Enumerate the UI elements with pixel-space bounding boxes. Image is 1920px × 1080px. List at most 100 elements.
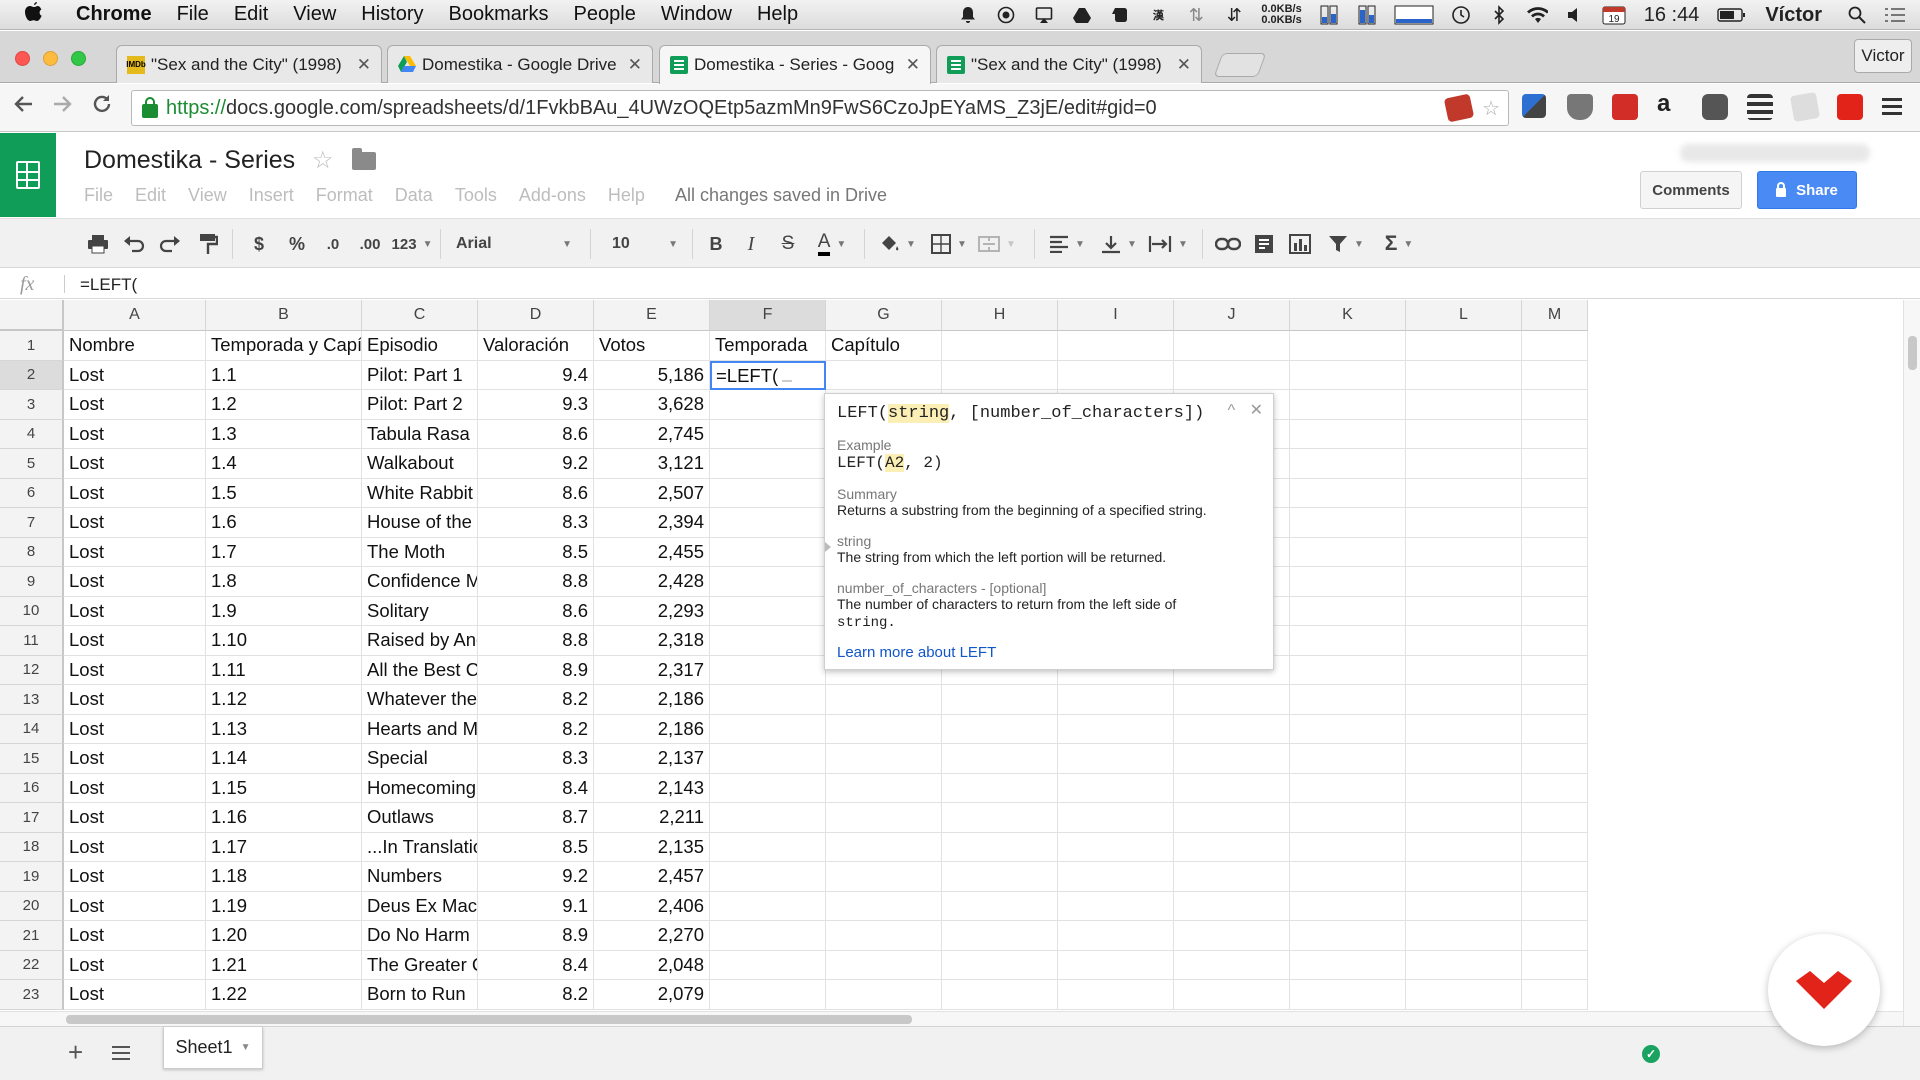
formula-input[interactable]: =LEFT(: [80, 275, 137, 295]
cell[interactable]: Lost: [64, 508, 206, 538]
insert-link-icon[interactable]: [1214, 231, 1242, 257]
cell[interactable]: Lost: [64, 891, 206, 921]
battery-icon[interactable]: [1717, 5, 1747, 25]
secure-lock-icon[interactable]: [142, 97, 158, 118]
cell[interactable]: 8.4: [478, 773, 594, 803]
cell[interactable]: [1522, 567, 1588, 597]
tab-close-icon[interactable]: ✕: [357, 55, 371, 75]
cell[interactable]: ...In Translation: [362, 832, 478, 862]
cell[interactable]: 2,211: [594, 803, 710, 833]
menu-help[interactable]: Help: [757, 3, 798, 26]
column-header-a[interactable]: A: [64, 300, 206, 331]
cell[interactable]: 8.9: [478, 655, 594, 685]
cell[interactable]: Pilot: Part 1: [362, 360, 478, 390]
column-header-l[interactable]: L: [1406, 300, 1522, 331]
row-header[interactable]: 11: [0, 626, 64, 656]
row-header[interactable]: 6: [0, 478, 64, 508]
cell[interactable]: 9.3: [478, 390, 594, 420]
cell[interactable]: [1406, 626, 1522, 656]
window-maximize-button[interactable]: [71, 51, 86, 66]
doc-menu-data[interactable]: Data: [395, 185, 433, 206]
cell[interactable]: [1522, 862, 1588, 892]
text-color-button[interactable]: A ▼: [810, 231, 854, 257]
doc-menu-insert[interactable]: Insert: [249, 185, 294, 206]
cell[interactable]: [942, 773, 1058, 803]
cell[interactable]: 1.2: [206, 390, 362, 420]
cell[interactable]: Lost: [64, 714, 206, 744]
cell[interactable]: Lost: [64, 478, 206, 508]
select-all-corner[interactable]: [0, 300, 64, 331]
cell[interactable]: 2,406: [594, 891, 710, 921]
row-header[interactable]: 9: [0, 567, 64, 597]
cell[interactable]: [1522, 655, 1588, 685]
cell[interactable]: Episodio: [362, 331, 478, 361]
cell[interactable]: [1174, 950, 1290, 980]
cell[interactable]: [1174, 714, 1290, 744]
cell[interactable]: [710, 626, 826, 656]
cell[interactable]: Lost: [64, 921, 206, 951]
functions-button[interactable]: Σ ▼: [1378, 231, 1420, 257]
notification-bell-icon[interactable]: [957, 5, 979, 25]
expand-arrow-icon[interactable]: [825, 542, 831, 552]
star-icon[interactable]: ☆: [312, 146, 334, 175]
insert-comment-icon[interactable]: [1252, 231, 1276, 257]
font-size-dropdown[interactable]: 10 ▼: [612, 231, 678, 257]
drive-sync-icon[interactable]: [1071, 5, 1093, 25]
doc-menu-view[interactable]: View: [188, 185, 227, 206]
cell[interactable]: Lost: [64, 596, 206, 626]
cell[interactable]: 2,135: [594, 832, 710, 862]
cell[interactable]: [710, 862, 826, 892]
cell[interactable]: Tabula Rasa: [362, 419, 478, 449]
cell[interactable]: [826, 773, 942, 803]
row-header[interactable]: 20: [0, 891, 64, 921]
cell[interactable]: [942, 832, 1058, 862]
sheets-home-logo[interactable]: [0, 133, 56, 217]
cell[interactable]: 1.21: [206, 950, 362, 980]
cell[interactable]: [942, 921, 1058, 951]
horizontal-scroll-thumb[interactable]: [66, 1015, 912, 1024]
cell[interactable]: [826, 891, 942, 921]
cell[interactable]: [1406, 567, 1522, 597]
cell[interactable]: Temporada y Capítulo: [206, 331, 362, 361]
browser-tab[interactable]: Domestika - Google Drive ✕: [387, 45, 653, 83]
extension-pocket-icon[interactable]: [1567, 94, 1593, 120]
cell[interactable]: [1174, 744, 1290, 774]
cell[interactable]: 1.10: [206, 626, 362, 656]
cell[interactable]: [710, 803, 826, 833]
menu-bookmarks[interactable]: Bookmarks: [449, 3, 549, 26]
cell[interactable]: Pilot: Part 2: [362, 390, 478, 420]
cell[interactable]: [1406, 950, 1522, 980]
menu-window[interactable]: Window: [661, 3, 732, 26]
cell[interactable]: [1290, 537, 1406, 567]
cell[interactable]: 8.2: [478, 685, 594, 715]
cell[interactable]: 2,079: [594, 980, 710, 1010]
cell[interactable]: 1.8: [206, 567, 362, 597]
cell[interactable]: [1174, 803, 1290, 833]
menu-history[interactable]: History: [361, 3, 423, 26]
cell[interactable]: [1522, 390, 1588, 420]
cell[interactable]: [1406, 390, 1522, 420]
column-header-e[interactable]: E: [594, 300, 710, 331]
doc-menu-help[interactable]: Help: [608, 185, 645, 206]
cell[interactable]: [826, 360, 942, 390]
doc-menu-tools[interactable]: Tools: [455, 185, 497, 206]
cell[interactable]: [1522, 508, 1588, 538]
paint-format-icon[interactable]: [196, 231, 220, 257]
tab-close-icon[interactable]: ✕: [1177, 55, 1191, 75]
cell[interactable]: [942, 862, 1058, 892]
column-header-h[interactable]: H: [942, 300, 1058, 331]
cell[interactable]: [1174, 980, 1290, 1010]
cell[interactable]: 2,318: [594, 626, 710, 656]
cell[interactable]: 8.6: [478, 596, 594, 626]
cell[interactable]: [710, 980, 826, 1010]
row-header[interactable]: 23: [0, 980, 64, 1010]
learn-more-link[interactable]: Learn more about LEFT: [837, 644, 1261, 661]
cell[interactable]: [1290, 832, 1406, 862]
row-header[interactable]: 19: [0, 862, 64, 892]
increase-decimals-button[interactable]: .00: [354, 231, 386, 257]
address-bar[interactable]: https:// docs.google.com/spreadsheets/d/…: [131, 90, 1509, 126]
cell[interactable]: [710, 773, 826, 803]
cell[interactable]: [1174, 685, 1290, 715]
cell[interactable]: [1290, 714, 1406, 744]
strikethrough-button[interactable]: S: [778, 231, 798, 257]
